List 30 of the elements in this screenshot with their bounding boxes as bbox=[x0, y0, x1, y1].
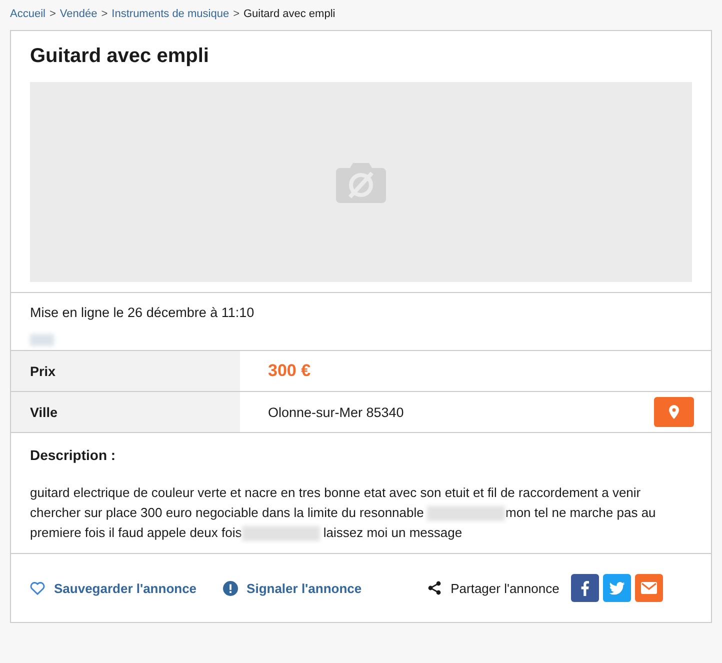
action-link[interactable]: Sauvegarder l'annonce bbox=[30, 580, 197, 596]
share-label: Partager l'annonce bbox=[450, 580, 560, 596]
breadcrumb-separator: > bbox=[49, 8, 56, 20]
facebook-icon bbox=[581, 580, 590, 596]
breadcrumb-current: Guitard avec empli bbox=[244, 8, 336, 20]
facebook-share-button[interactable] bbox=[571, 574, 600, 602]
ad-title: Guitard avec empli bbox=[30, 45, 210, 68]
description-heading: Description : bbox=[30, 447, 117, 463]
detail-value: 300 € bbox=[268, 361, 311, 381]
bird-icon bbox=[609, 582, 626, 594]
breadcrumb-link[interactable]: Vendée bbox=[60, 8, 98, 20]
breadcrumb-separator: > bbox=[233, 8, 240, 20]
breadcrumb-separator: > bbox=[101, 8, 108, 20]
share-icon bbox=[428, 581, 441, 595]
action-link[interactable]: Signaler l'annonce bbox=[222, 580, 362, 596]
breadcrumb-link[interactable]: Accueil bbox=[10, 8, 46, 20]
email-share-button[interactable] bbox=[635, 574, 664, 602]
detail-label: Ville bbox=[11, 392, 240, 432]
posted-date: Mise en ligne le 26 décembre à 11:10 bbox=[30, 305, 256, 320]
no-photo-icon bbox=[336, 161, 386, 203]
map-pin-icon bbox=[669, 405, 679, 419]
twitter-share-button[interactable] bbox=[603, 574, 632, 602]
breadcrumb-link[interactable]: Instruments de musique bbox=[112, 8, 230, 20]
detail-label: Prix bbox=[11, 351, 240, 391]
heart-icon bbox=[30, 582, 45, 594]
detail-value: Olonne-sur-Mer 85340 bbox=[268, 404, 404, 420]
envelope-icon bbox=[641, 582, 658, 594]
description-text: guitard electrique de couleur verte et nacre en tres bonne etat avec son etuit et fil de raccordement a venir chercher sur place 300 euro negociable dans la limite du resonnable mon tel ne marche pas au premiere fois il faud appele deux fois laissez moi un message bbox=[30, 484, 657, 543]
alert-icon bbox=[222, 580, 238, 596]
map-button[interactable] bbox=[654, 397, 694, 427]
